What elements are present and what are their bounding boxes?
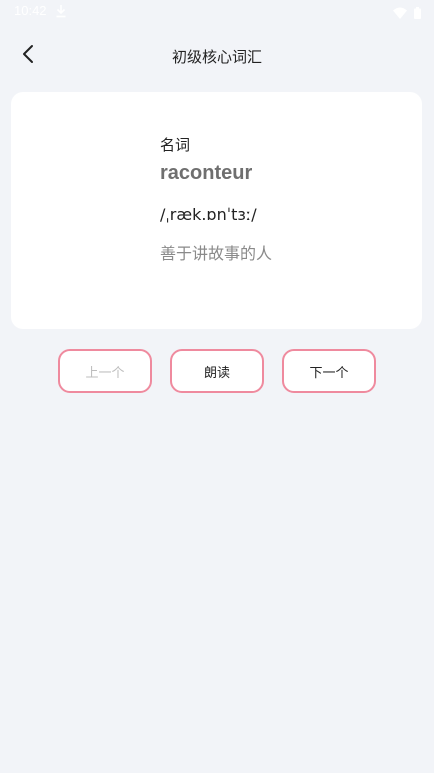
word-meaning: 善于讲故事的人	[160, 244, 273, 263]
download-icon	[55, 3, 67, 18]
app-bar: 初级核心词汇	[0, 36, 434, 76]
page-title: 初级核心词汇	[171, 48, 262, 66]
word-card: 名词 raconteur /ˌræk.ɒnˈtɜː/ 善于讲故事的人	[11, 92, 422, 329]
phonetic-transcription: /ˌræk.ɒnˈtɜː/	[160, 205, 257, 224]
next-button[interactable]: 下一个	[282, 349, 376, 393]
status-bar: 10:42	[0, 0, 434, 24]
read-aloud-button[interactable]: 朗读	[170, 349, 264, 393]
status-time: 10:42	[14, 3, 47, 18]
part-of-speech: 名词	[160, 136, 191, 154]
previous-button[interactable]: 上一个	[58, 349, 152, 393]
battery-icon	[414, 4, 421, 19]
wifi-icon	[393, 4, 407, 19]
vocabulary-word: raconteur	[160, 162, 253, 184]
